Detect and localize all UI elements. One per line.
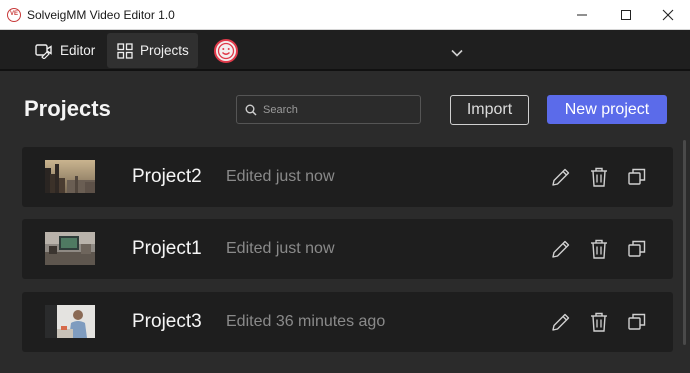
trash-icon (591, 312, 607, 332)
projects-page: Projects Import New project (0, 73, 690, 373)
delete-project-button[interactable] (588, 311, 610, 333)
project-row[interactable]: Project2 Edited just now (22, 147, 673, 207)
menu-dropdown-button[interactable] (450, 45, 464, 63)
project-status: Edited just now (226, 240, 335, 257)
edit-project-button[interactable] (550, 311, 572, 333)
app-logo-icon: VE (7, 8, 21, 22)
edit-project-button[interactable] (550, 238, 572, 260)
tab-editor[interactable]: Editor (25, 33, 105, 68)
account-button[interactable] (214, 39, 238, 63)
tab-editor-label: Editor (60, 43, 96, 58)
pencil-icon (552, 313, 570, 331)
new-project-button[interactable]: New project (547, 95, 667, 124)
grid-icon (117, 42, 133, 59)
duplicate-icon (628, 313, 646, 330)
pencil-icon (552, 240, 570, 258)
project-thumbnail (45, 160, 95, 193)
import-button[interactable]: Import (450, 95, 529, 125)
tab-projects-label: Projects (140, 43, 189, 58)
pencil-icon (552, 168, 570, 186)
video-edit-icon (35, 43, 52, 59)
project-row[interactable]: Project3 Edited 36 minutes ago (22, 292, 673, 352)
project-status: Edited 36 minutes ago (226, 313, 386, 330)
tab-projects[interactable]: Projects (107, 33, 198, 68)
close-icon (662, 9, 674, 21)
project-thumbnail (45, 305, 95, 338)
search-input[interactable] (263, 100, 413, 120)
window-title: SolveigMM Video Editor 1.0 (27, 8, 175, 22)
minimize-icon (577, 14, 587, 16)
search-icon (245, 104, 257, 116)
window-title-bar: VE SolveigMM Video Editor 1.0 (0, 0, 690, 30)
minimize-button[interactable] (560, 0, 604, 30)
top-navigation-bar: Editor Projects (0, 30, 690, 71)
trash-icon (591, 239, 607, 259)
close-button[interactable] (646, 0, 690, 30)
edit-project-button[interactable] (550, 166, 572, 188)
project-row[interactable]: Project1 Edited just now (22, 219, 673, 279)
project-status: Edited just now (226, 168, 335, 185)
trash-icon (591, 167, 607, 187)
project-name: Project2 (132, 166, 202, 187)
duplicate-project-button[interactable] (626, 166, 648, 188)
maximize-button[interactable] (604, 0, 648, 30)
search-box[interactable] (236, 95, 421, 124)
duplicate-project-button[interactable] (626, 238, 648, 260)
smiley-icon (217, 42, 235, 60)
duplicate-project-button[interactable] (626, 311, 648, 333)
duplicate-icon (628, 168, 646, 185)
maximize-icon (621, 10, 631, 20)
project-name: Project1 (132, 238, 202, 259)
project-thumbnail (45, 232, 95, 265)
page-title: Projects (24, 96, 111, 121)
project-name: Project3 (132, 311, 202, 332)
delete-project-button[interactable] (588, 166, 610, 188)
chevron-down-icon (451, 49, 463, 57)
vertical-scrollbar[interactable] (683, 140, 686, 345)
delete-project-button[interactable] (588, 238, 610, 260)
duplicate-icon (628, 240, 646, 257)
